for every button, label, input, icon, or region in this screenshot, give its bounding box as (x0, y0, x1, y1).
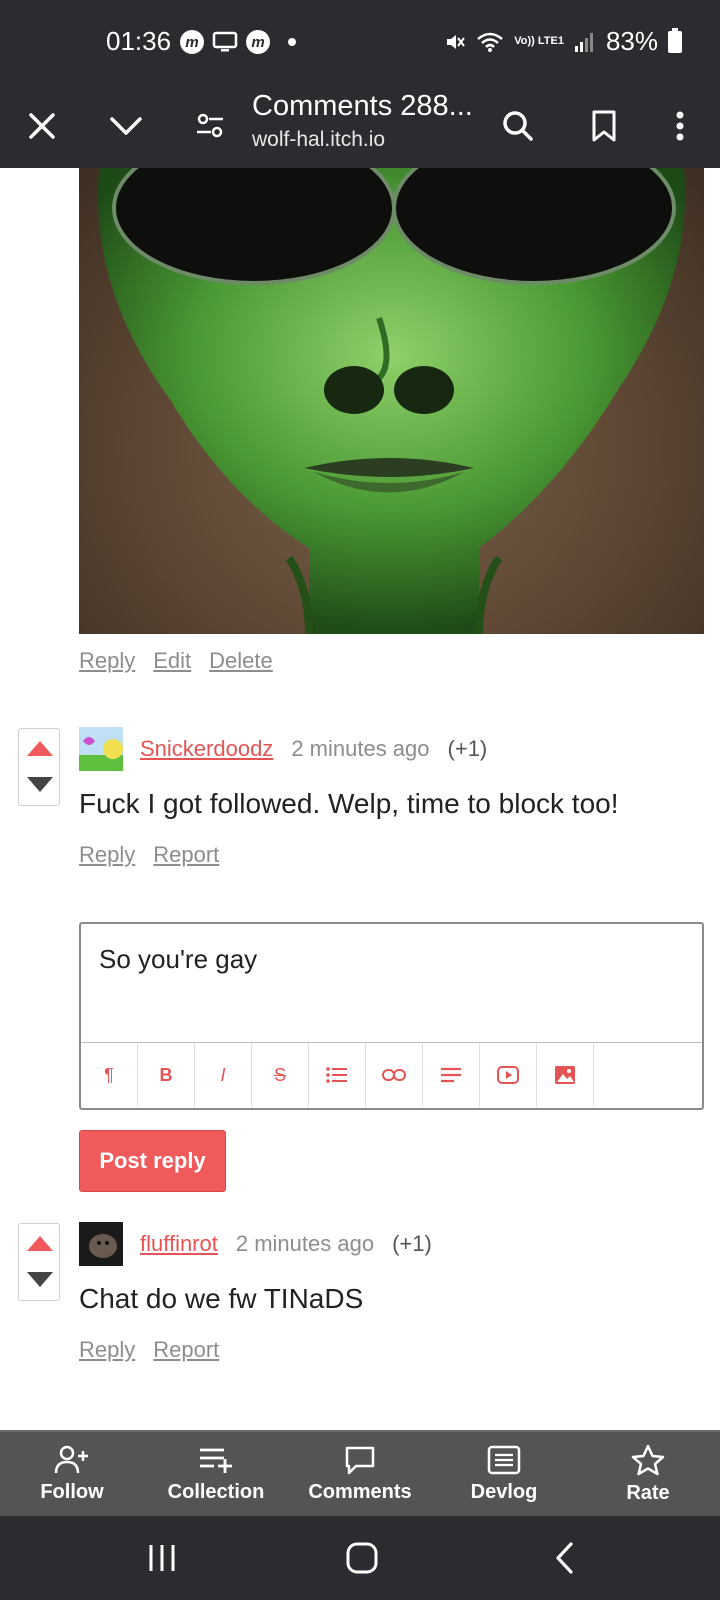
home-button[interactable] (322, 1530, 402, 1586)
reply-text[interactable]: So you're gay (99, 944, 257, 975)
search-icon (503, 111, 533, 141)
bookmark-button[interactable] (568, 84, 640, 168)
video-icon[interactable] (480, 1043, 537, 1107)
minimize-button[interactable] (90, 84, 162, 168)
search-button[interactable] (482, 84, 554, 168)
devlog-label: Devlog (470, 1480, 538, 1503)
network-type: Vo)) LTE1 (514, 35, 564, 47)
page-title-area[interactable]: Comments 288... wolf-hal.itch.io (252, 86, 488, 154)
recent-apps-button[interactable] (122, 1530, 202, 1586)
bottom-action-bar: Follow Collection Comments Devlog Rate (0, 1430, 720, 1516)
rate-button[interactable]: Rate (576, 1432, 720, 1516)
image-icon[interactable] (537, 1043, 594, 1107)
align-icon[interactable] (423, 1043, 480, 1107)
comment-username[interactable]: Snickerdoodz (140, 736, 273, 762)
snickerdoodz-avatar-image (79, 727, 123, 771)
alien-illustration (97, 168, 686, 634)
comment-username[interactable]: fluffinrot (140, 1231, 218, 1257)
vote-box (18, 728, 60, 806)
signal-icon (574, 32, 593, 52)
home-icon (346, 1542, 378, 1574)
collection-icon (200, 1448, 232, 1473)
report-link[interactable]: Report (153, 1337, 219, 1363)
paragraph-icon[interactable]: ¶ (81, 1043, 138, 1107)
avatar[interactable] (79, 1222, 123, 1266)
vote-box (18, 1223, 60, 1301)
status-bar: 01:36 m m Vo)) LTE1 83% (0, 0, 720, 84)
delete-link[interactable]: Delete (209, 648, 273, 674)
app-notification-icon: m (180, 30, 204, 54)
tune-icon (197, 113, 223, 138)
more-options-button[interactable] (644, 84, 716, 168)
comment-actions: Reply Report (79, 842, 219, 868)
more-vert-icon (676, 111, 684, 141)
close-icon (29, 113, 55, 139)
bold-icon[interactable]: B (138, 1043, 195, 1107)
back-icon (556, 1542, 573, 1574)
comment-header: fluffinrot 2 minutes ago (+1) (140, 1231, 432, 1257)
reply-link[interactable]: Reply (79, 842, 135, 868)
more-notifications-dot (288, 38, 296, 46)
follow-label: Follow (40, 1480, 104, 1503)
italic-icon[interactable]: I (195, 1043, 252, 1107)
devlog-button[interactable]: Devlog (432, 1432, 576, 1516)
notification-icons: m m (180, 30, 296, 54)
report-link[interactable]: Report (153, 842, 219, 868)
system-navigation-bar (0, 1516, 720, 1600)
comment-actions: Reply Report (79, 1337, 219, 1363)
list-icon[interactable] (309, 1043, 366, 1107)
downvote-icon[interactable] (27, 777, 53, 792)
app-notification-icon-2: m (246, 30, 270, 54)
comments-label: Comments (308, 1480, 412, 1503)
comments-icon (345, 1446, 375, 1474)
devlog-icon (487, 1445, 521, 1474)
wifi-icon (477, 32, 504, 52)
bookmark-icon (592, 110, 616, 142)
upvote-icon[interactable] (27, 741, 53, 756)
post-actions: Reply Edit Delete (79, 648, 273, 674)
page-title: Comments 288... (252, 90, 473, 122)
comment-score: (+1) (447, 736, 488, 761)
comment-header: Snickerdoodz 2 minutes ago (+1) (140, 736, 487, 762)
upvote-icon[interactable] (27, 1236, 53, 1251)
battery-icon (668, 27, 682, 53)
site-settings-button[interactable] (174, 84, 246, 168)
reply-editor[interactable]: So you're gay ¶ B I S (79, 922, 704, 1110)
avatar[interactable] (79, 727, 123, 771)
strikethrough-icon[interactable]: S (252, 1043, 309, 1107)
recent-apps-icon (149, 1545, 175, 1571)
comments-button[interactable]: Comments (288, 1432, 432, 1516)
reply-link[interactable]: Reply (79, 1337, 135, 1363)
comment-body: Chat do we fw TINaDS (79, 1283, 364, 1314)
mute-icon (447, 34, 466, 49)
edit-link[interactable]: Edit (153, 648, 191, 674)
collection-label: Collection (167, 1480, 265, 1503)
link-icon[interactable] (366, 1043, 423, 1107)
comment-time: 2 minutes ago (291, 736, 430, 761)
post-reply-button[interactable]: Post reply (79, 1130, 226, 1192)
screen-cast-icon (212, 31, 238, 52)
reply-link[interactable]: Reply (79, 648, 135, 674)
page-domain: wolf-hal.itch.io (252, 128, 386, 151)
comment-time: 2 minutes ago (235, 1231, 375, 1256)
chevron-down-icon (110, 117, 142, 135)
comment-score: (+1) (392, 1231, 432, 1256)
fluffinrot-avatar-image (79, 1222, 123, 1266)
rate-label: Rate (626, 1481, 670, 1504)
battery-percent: 83% (605, 26, 658, 56)
follow-button[interactable]: Follow (0, 1432, 144, 1516)
follow-icon (54, 1445, 88, 1473)
back-button[interactable] (524, 1530, 604, 1586)
system-status: Vo)) LTE1 83% (444, 26, 682, 57)
star-icon (631, 1444, 665, 1475)
collection-button[interactable]: Collection (144, 1432, 288, 1516)
close-button[interactable] (6, 84, 78, 168)
browser-toolbar: Comments 288... wolf-hal.itch.io (0, 84, 720, 168)
clock: 01:36 (106, 26, 172, 56)
comment-body: Fuck I got followed. Welp, time to block… (79, 788, 619, 819)
alien-image (79, 168, 704, 634)
comments-content[interactable]: Reply Edit Delete Snickerdoodz 2 minutes… (0, 168, 720, 1430)
downvote-icon[interactable] (27, 1272, 53, 1287)
editor-toolbar: ¶ B I S (81, 1042, 702, 1108)
